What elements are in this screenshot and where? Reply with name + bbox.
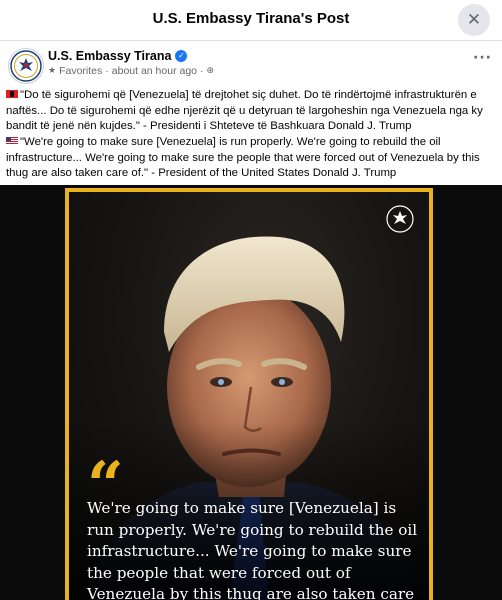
page-name[interactable]: U.S. Embassy Tirana <box>48 49 171 63</box>
meta-separator: · <box>200 65 204 77</box>
post-text-english: "We're going to make sure [Venezuela] is… <box>6 135 496 182</box>
post-text-english-body: "We're going to make sure [Venezuela] is… <box>6 136 480 179</box>
albania-flag-icon <box>6 90 18 98</box>
post-text-albanian: "Do të sigurohemi që [Venezuela] të drej… <box>6 88 496 135</box>
post-image[interactable]: “ We're going to make sure [Venezuela] i… <box>0 185 502 600</box>
post-header: U.S. Embassy Tirana ✓ ★ Favorites · abou… <box>0 44 502 86</box>
post-text-albanian-body: "Do të sigurohemi që [Venezuela] të drej… <box>6 89 483 132</box>
favorites-label[interactable]: Favorites <box>59 65 102 77</box>
poster-quote-text: We're going to make sure [Venezuela] is … <box>87 499 418 600</box>
avatar[interactable] <box>8 48 44 84</box>
globe-icon: ⊕ <box>206 66 215 76</box>
page-name-row: U.S. Embassy Tirana ✓ <box>48 49 188 63</box>
post-meta: ★ Favorites · about an hour ago · ⊕ <box>48 65 214 77</box>
star-icon: ★ <box>48 66 57 76</box>
us-flag-icon <box>6 137 18 145</box>
dialog-title: U.S. Embassy Tirana's Post <box>152 10 350 27</box>
embassy-seal-icon <box>386 205 414 233</box>
meta-separator: · <box>105 65 109 77</box>
verified-badge-icon: ✓ <box>175 50 188 62</box>
dialog-header: U.S. Embassy Tirana's Post ✕ <box>0 0 502 41</box>
embassy-seal-avatar-icon <box>10 50 42 82</box>
more-options-icon[interactable]: ··· <box>473 50 492 66</box>
post-time[interactable]: about an hour ago <box>112 65 197 77</box>
quote-poster: “ We're going to make sure [Venezuela] i… <box>65 188 433 600</box>
close-icon[interactable]: ✕ <box>458 4 490 36</box>
